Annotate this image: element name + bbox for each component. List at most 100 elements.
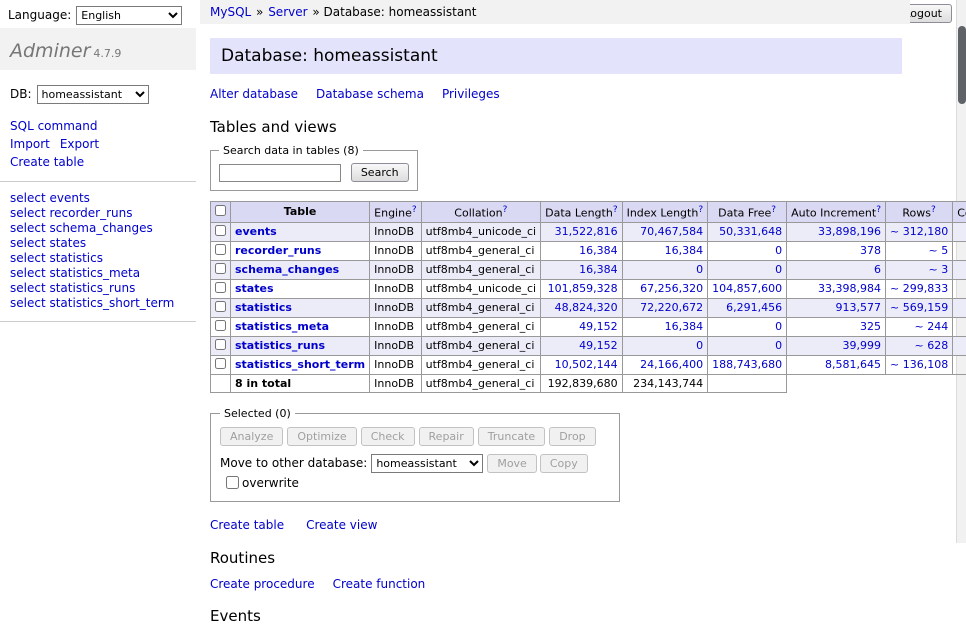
column-help-link[interactable]: ? xyxy=(503,205,508,215)
table-row: statistics_short_termInnoDButf8mb4_gener… xyxy=(211,355,966,374)
comment-cell xyxy=(953,222,966,241)
bulk-action-button[interactable]: Repair xyxy=(419,427,474,446)
selected-fieldset: Selected (0) AnalyzeOptimizeCheckRepairT… xyxy=(210,407,620,502)
sidebar-table-link[interactable]: select statistics_runs xyxy=(10,281,186,295)
table-name-link[interactable]: recorder_runs xyxy=(235,244,321,257)
column-header: Data Free? xyxy=(708,202,787,223)
table-name-link[interactable]: statistics_meta xyxy=(235,320,329,333)
create-links: Create table Create view xyxy=(210,518,912,532)
routines-links: Create procedure Create function xyxy=(210,577,912,591)
create-link[interactable]: Create table xyxy=(210,518,284,532)
sidebar-table-link[interactable]: select schema_changes xyxy=(10,221,186,235)
rows-count-link[interactable]: ~ 628 xyxy=(914,339,948,352)
sidebar-action-link[interactable]: Import xyxy=(10,135,50,153)
footer-checkbox-cell xyxy=(211,374,231,392)
breadcrumb-link[interactable]: MySQL xyxy=(210,5,251,19)
table-name-link[interactable]: statistics_runs xyxy=(235,339,325,352)
rows-count-link[interactable]: ~ 5 xyxy=(928,244,948,257)
engine-cell: InnoDB xyxy=(370,355,421,374)
sidebar-table-link[interactable]: select statistics_short_term xyxy=(10,296,186,310)
table-name-link[interactable]: events xyxy=(235,225,277,238)
column-help-link[interactable]: ? xyxy=(698,205,703,215)
sidebar-actions: SQL commandImport ExportCreate table xyxy=(10,117,156,171)
bulk-action-button[interactable]: Analyze xyxy=(220,427,283,446)
sidebar-table-link[interactable]: select recorder_runs xyxy=(10,206,186,220)
routine-link[interactable]: Create procedure xyxy=(210,577,315,591)
rows-count-link[interactable]: ~ 244 xyxy=(914,320,948,333)
row-checkbox[interactable] xyxy=(215,225,226,236)
comment-cell xyxy=(953,355,966,374)
row-checkbox[interactable] xyxy=(215,320,226,331)
rows-count-link[interactable]: ~ 136,108 xyxy=(890,358,948,371)
db-selector-row: DB: homeassistant xyxy=(0,70,196,108)
index-length-cell: 0 xyxy=(622,260,708,279)
select-all-checkbox[interactable] xyxy=(215,205,226,216)
sidebar-table-link[interactable]: select statistics_meta xyxy=(10,266,186,280)
db-label: DB: xyxy=(10,87,32,101)
table-name-link[interactable]: schema_changes xyxy=(235,263,339,276)
bulk-action-button[interactable]: Drop xyxy=(549,427,595,446)
row-checkbox-cell xyxy=(211,317,231,336)
move-button[interactable]: Move xyxy=(487,454,537,473)
db-action-link[interactable]: Database schema xyxy=(316,87,424,101)
column-help-link[interactable]: ? xyxy=(931,205,936,215)
app-logo: Adminer4.7.9 xyxy=(0,28,196,70)
auto-increment-cell: 913,577 xyxy=(787,298,886,317)
app-name[interactable]: Adminer xyxy=(10,40,90,62)
row-checkbox[interactable] xyxy=(215,339,226,350)
overwrite-checkbox[interactable] xyxy=(226,476,239,489)
column-help: ? xyxy=(931,205,936,215)
rows-count-link[interactable]: ~ 312,180 xyxy=(890,225,948,238)
column-help-link[interactable]: ? xyxy=(412,205,417,215)
sidebar-action-link[interactable]: SQL command xyxy=(10,117,97,135)
db-action-link[interactable]: Privileges xyxy=(442,87,500,101)
table-name-link[interactable]: statistics xyxy=(235,301,292,314)
sidebar-table-link[interactable]: select states xyxy=(10,236,186,250)
column-help-link[interactable]: ? xyxy=(613,205,618,215)
copy-button[interactable]: Copy xyxy=(540,454,588,473)
db-action-link[interactable]: Alter database xyxy=(210,87,298,101)
column-help: ? xyxy=(503,205,508,215)
sidebar-action-link[interactable]: Export xyxy=(60,135,99,153)
search-button[interactable]: Search xyxy=(351,163,409,182)
tables-heading: Tables and views xyxy=(210,118,912,136)
bulk-action-button[interactable]: Truncate xyxy=(478,427,545,446)
table-name-link[interactable]: states xyxy=(235,282,274,295)
scrollbar-thumb[interactable] xyxy=(958,26,966,104)
data-free-cell: 188,743,680 xyxy=(708,355,787,374)
db-select[interactable]: homeassistant xyxy=(37,85,149,104)
index-length-cell: 72,220,672 xyxy=(622,298,708,317)
engine-cell: InnoDB xyxy=(370,317,421,336)
row-checkbox-cell xyxy=(211,336,231,355)
column-header-label: Data Length xyxy=(545,207,613,220)
rows-count-link[interactable]: ~ 569,159 xyxy=(890,301,948,314)
sidebar-table-link[interactable]: select events xyxy=(10,191,186,205)
column-help: ? xyxy=(698,205,703,215)
row-checkbox[interactable] xyxy=(215,301,226,312)
column-help-link[interactable]: ? xyxy=(771,205,776,215)
bulk-action-button[interactable]: Check xyxy=(361,427,415,446)
footer-data-length-cell: 192,839,680 xyxy=(541,374,622,392)
rows-count-link[interactable]: ~ 3 xyxy=(928,263,948,276)
bulk-action-button[interactable]: Optimize xyxy=(287,427,356,446)
move-db-select[interactable]: homeassistant xyxy=(371,454,483,473)
search-input[interactable] xyxy=(219,164,341,182)
auto-increment-cell: 8,581,645 xyxy=(787,355,886,374)
table-row: schema_changesInnoDButf8mb4_general_ci16… xyxy=(211,260,966,279)
create-link[interactable]: Create view xyxy=(306,518,377,532)
sidebar-table-link[interactable]: select statistics xyxy=(10,251,186,265)
row-checkbox[interactable] xyxy=(215,263,226,274)
sidebar-action-link[interactable]: Create table xyxy=(10,153,84,171)
comment-cell xyxy=(953,260,966,279)
rows-count-link[interactable]: ~ 299,833 xyxy=(890,282,948,295)
row-checkbox[interactable] xyxy=(215,244,226,255)
table-name-link[interactable]: statistics_short_term xyxy=(235,358,365,371)
routine-link[interactable]: Create function xyxy=(333,577,426,591)
language-select[interactable]: English xyxy=(76,6,182,25)
breadcrumb-link[interactable]: Server xyxy=(268,5,307,19)
rows-cell: ~ 628 xyxy=(886,336,953,355)
row-checkbox[interactable] xyxy=(215,282,226,293)
column-header: Rows? xyxy=(886,202,953,223)
column-help-link[interactable]: ? xyxy=(876,205,881,215)
row-checkbox[interactable] xyxy=(215,358,226,369)
